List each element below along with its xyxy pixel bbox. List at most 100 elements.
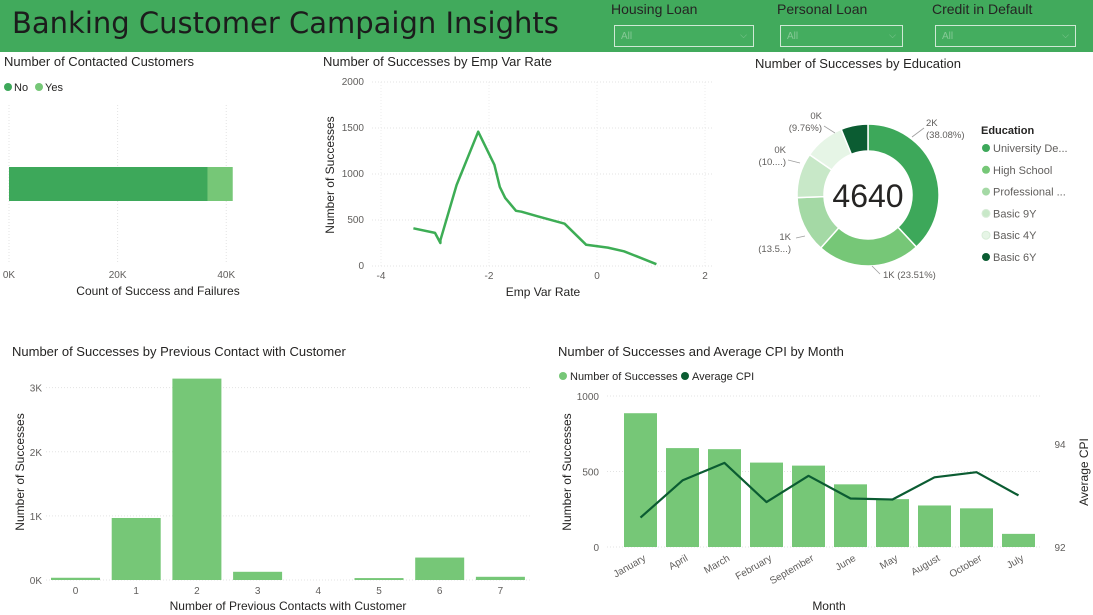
bar-october xyxy=(960,508,993,547)
legend-label: Basic 6Y xyxy=(993,252,1037,264)
y-axis-title: Number of Successes xyxy=(13,413,27,530)
bar-segment-yes xyxy=(207,167,233,201)
legend-marker xyxy=(4,83,12,91)
x-tick-label: 2 xyxy=(702,271,708,282)
x-tick-label: April xyxy=(667,553,690,573)
slice-data-label: 1K xyxy=(779,232,791,243)
legend-label: University De... xyxy=(993,143,1068,155)
slice-label-leader xyxy=(911,127,925,138)
y-axis-title: Number of Successes xyxy=(560,413,574,530)
bar-1 xyxy=(111,517,161,580)
bar-january xyxy=(624,413,657,547)
y2-axis-title: Average CPI xyxy=(1077,438,1091,506)
y-tick-label: 2K xyxy=(30,448,43,459)
x-tick-label: May xyxy=(878,553,900,572)
slice-data-label: 0K xyxy=(774,145,786,156)
bar-may xyxy=(876,499,909,547)
legend-marker xyxy=(35,83,43,91)
y-tick-label: 0K xyxy=(30,576,43,587)
x-tick-label: -2 xyxy=(485,271,494,282)
bar-2 xyxy=(172,378,222,580)
slice-label-leader xyxy=(871,265,881,275)
legend-label-yes: Yes xyxy=(45,82,63,94)
legend-title: Education xyxy=(981,125,1034,137)
legend-label: Number of Successes xyxy=(570,371,678,383)
y-tick-label: 0 xyxy=(358,261,364,272)
x-tick-label: August xyxy=(910,553,943,578)
y-tick-label: 3K xyxy=(30,384,43,395)
bar-september xyxy=(792,465,825,547)
slice-data-label: 0K xyxy=(810,111,822,122)
y2-tick-label: 94 xyxy=(1054,440,1066,451)
slice-label-leader xyxy=(795,235,806,239)
bar-3 xyxy=(233,571,283,580)
bar-6 xyxy=(415,557,465,580)
slice-data-label: 1K (23.51%) xyxy=(883,270,936,281)
x-tick-label: 0 xyxy=(73,586,79,597)
legend-label-no: No xyxy=(14,82,28,94)
y-axis-title: Number of Successes xyxy=(323,116,337,233)
y-tick-label: 500 xyxy=(582,468,599,479)
x-tick-label: October xyxy=(948,553,985,581)
legend-label: Average CPI xyxy=(692,371,754,383)
x-tick-label: 20K xyxy=(109,270,127,281)
y-tick-label: 1K xyxy=(30,512,43,523)
x-tick-label: 3 xyxy=(255,586,261,597)
legend-label: Professional ... xyxy=(993,187,1066,199)
y-tick-label: 1500 xyxy=(342,123,365,134)
bar-february xyxy=(750,462,783,547)
legend-label: Basic 9Y xyxy=(993,208,1037,220)
legend-marker xyxy=(981,230,991,240)
x-tick-label: September xyxy=(768,553,816,587)
legend-marker xyxy=(982,144,990,152)
legend-marker xyxy=(982,187,990,196)
legend-marker xyxy=(982,253,990,261)
slice-data-label: 2K xyxy=(926,118,938,129)
x-tick-label: 6 xyxy=(437,586,443,597)
slice-data-label: (9.76%) xyxy=(789,123,822,134)
y-tick-label: 500 xyxy=(347,215,364,226)
donut-center-label: 4640 xyxy=(832,178,903,214)
x-tick-label: 7 xyxy=(498,586,504,597)
x-tick-label: 5 xyxy=(376,586,382,597)
legend-marker xyxy=(559,372,567,380)
y-tick-label: 2000 xyxy=(342,77,365,88)
legend-marker xyxy=(981,208,991,218)
slice-label-leader xyxy=(787,159,801,164)
y-tick-label: 1000 xyxy=(577,392,600,403)
slice-data-label: (38.08%) xyxy=(926,130,965,141)
legend-label: Basic 4Y xyxy=(993,230,1037,242)
slice-label-leader xyxy=(823,125,836,134)
charts-canvas: No Yes0K 20K 40KCount of Success and Failur… xyxy=(3,77,1091,613)
y2-tick-label: 92 xyxy=(1054,543,1066,554)
bar-july xyxy=(1002,533,1035,547)
x-axis-title: Number of Previous Contacts with Custome… xyxy=(170,599,407,613)
donut-slice-1 xyxy=(819,226,918,267)
bar-7 xyxy=(475,576,525,580)
x-tick-label: 4 xyxy=(316,586,322,597)
x-axis-title: Count of Success and Failures xyxy=(76,284,239,298)
x-tick-label: 0K xyxy=(3,270,16,281)
bar-5 xyxy=(354,578,404,580)
legend-marker xyxy=(681,372,689,380)
y-tick-label: 1000 xyxy=(342,169,365,180)
x-tick-label: 40K xyxy=(217,270,235,281)
x-tick-label: July xyxy=(1005,553,1026,571)
x-tick-label: 0 xyxy=(594,271,600,282)
x-tick-label: March xyxy=(702,553,732,576)
bar-june xyxy=(834,484,867,547)
bar-august xyxy=(918,505,951,547)
series-line-successes xyxy=(413,130,657,266)
x-tick-label: -4 xyxy=(377,271,386,282)
x-axis-title: Month xyxy=(812,599,845,613)
bar-april xyxy=(666,448,699,547)
x-tick-label: June xyxy=(834,553,859,574)
slice-data-label: (13.5...) xyxy=(758,244,791,255)
x-axis-title: Emp Var Rate xyxy=(506,285,581,299)
bar-segment-no xyxy=(9,167,208,201)
legend-label: High School xyxy=(993,165,1052,177)
slice-data-label: (10....) xyxy=(759,157,786,168)
bar-0 xyxy=(51,577,100,580)
x-tick-label: 1 xyxy=(133,586,139,597)
x-tick-label: January xyxy=(612,553,648,580)
